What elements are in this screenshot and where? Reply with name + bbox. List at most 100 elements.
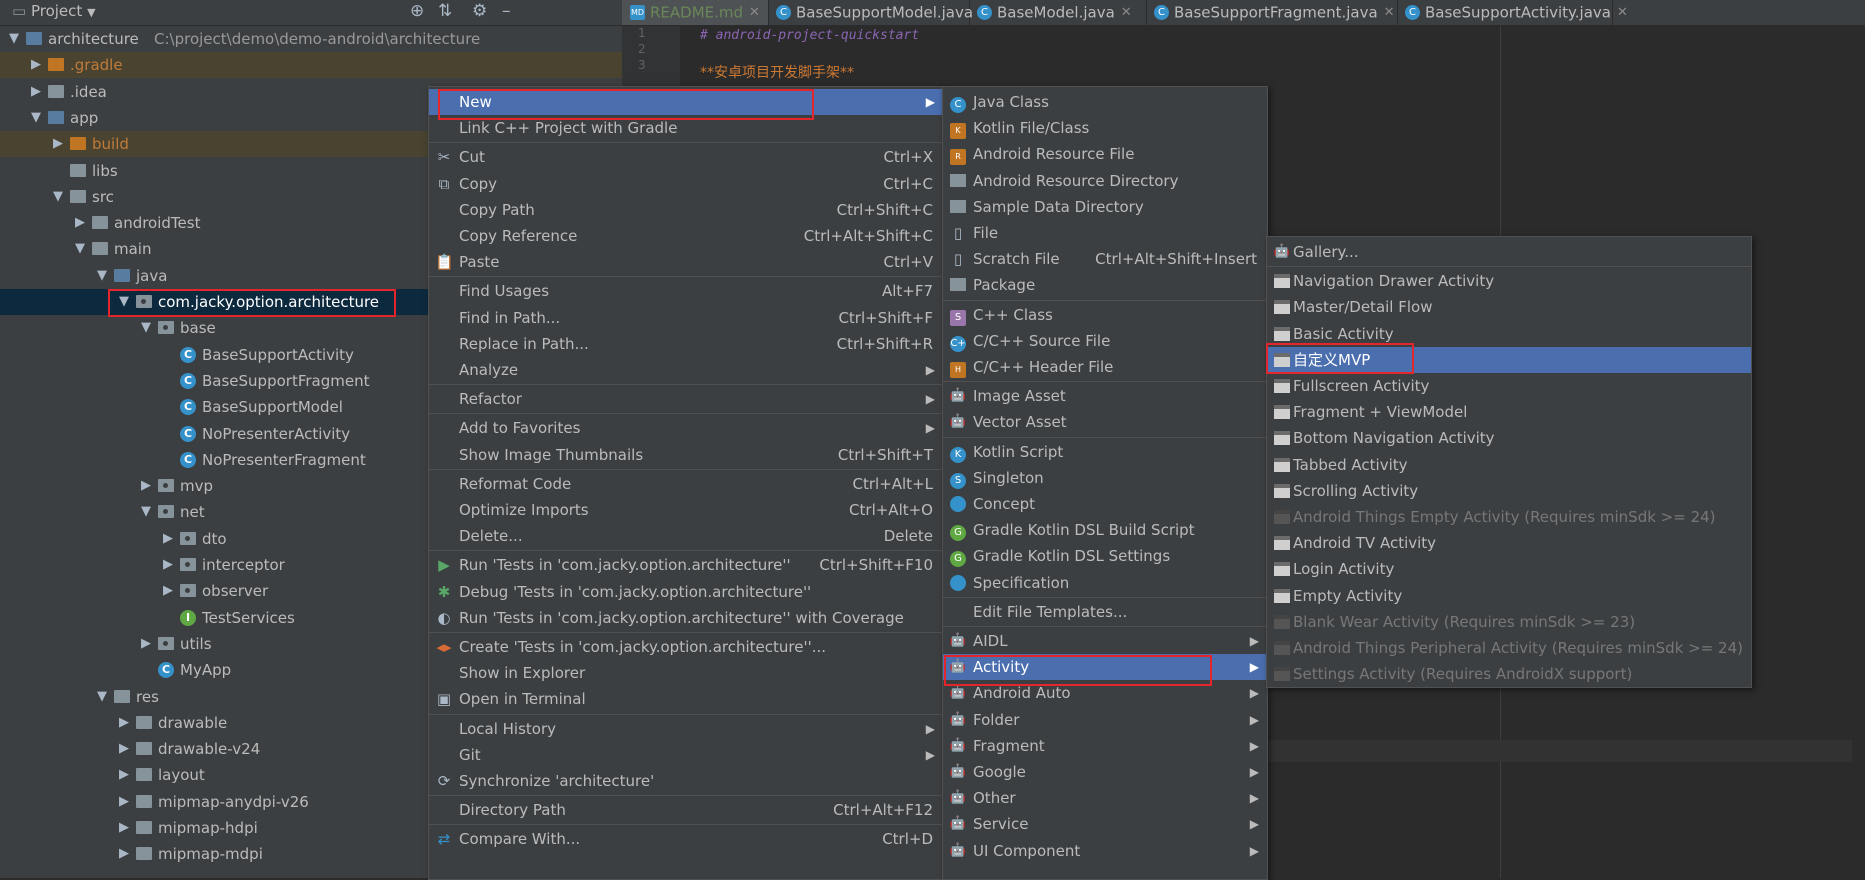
menu-item-aidl[interactable]: 🤖 AIDL ▶ — [943, 628, 1267, 654]
menu-item-ui-component[interactable]: 🤖 UI Component ▶ — [943, 838, 1267, 864]
menu-item-c-class[interactable]: S C++ Class — [943, 302, 1267, 328]
menu-item-delete[interactable]: Delete... Delete — [429, 523, 943, 549]
expanded-arrow-icon[interactable]: ▼ — [74, 236, 86, 262]
menu-item-sample-data-directory[interactable]: Sample Data Directory — [943, 194, 1267, 220]
tab-basemodel-java[interactable]: C BaseModel.java ✕ — [969, 0, 1147, 25]
menu-item-kotlin-file-class[interactable]: K Kotlin File/Class — [943, 115, 1267, 141]
menu-item-master-detail-flow[interactable]: Master/Detail Flow — [1267, 294, 1751, 320]
menu-item-kotlin-script[interactable]: K Kotlin Script — [943, 439, 1267, 465]
menu-item-folder[interactable]: 🤖 Folder ▶ — [943, 707, 1267, 733]
collapsed-arrow-icon[interactable]: ▶ — [30, 52, 42, 78]
tab-readme-md[interactable]: MD README.md ✕ — [622, 0, 769, 25]
menu-item-google[interactable]: 🤖 Google ▶ — [943, 759, 1267, 785]
menu-item-file[interactable]: ▯ File — [943, 220, 1267, 246]
collapsed-arrow-icon[interactable]: ▶ — [74, 210, 86, 236]
collapse-all-icon[interactable]: ⇅ — [438, 1, 452, 21]
menu-item-other[interactable]: 🤖 Other ▶ — [943, 785, 1267, 811]
expanded-arrow-icon[interactable]: ▼ — [140, 499, 152, 525]
collapsed-arrow-icon[interactable]: ▶ — [52, 131, 64, 157]
expanded-arrow-icon[interactable]: ▼ — [96, 263, 108, 289]
menu-item-vector-asset[interactable]: 🤖 Vector Asset — [943, 409, 1267, 435]
collapsed-arrow-icon[interactable]: ▶ — [140, 631, 152, 657]
close-icon[interactable]: ✕ — [1384, 5, 1395, 20]
menu-item-android-resource-file[interactable]: R Android Resource File — [943, 141, 1267, 167]
menu-item-copy[interactable]: ⧉ Copy Ctrl+C — [429, 171, 943, 197]
menu-item-bottom-navigation-activity[interactable]: Bottom Navigation Activity — [1267, 425, 1751, 451]
menu-item-refactor[interactable]: Refactor ▶ — [429, 386, 943, 412]
editor-line-3[interactable]: **安卓项目开发脚手架** — [700, 62, 854, 82]
menu-item-paste[interactable]: 📋 Paste Ctrl+V — [429, 249, 943, 275]
menu-item-c-c-source-file[interactable]: C+ C/C++ Source File — [943, 328, 1267, 354]
editor-line-1[interactable]: # android-project-quickstart — [700, 28, 919, 43]
menu-item-run-tests-in-com-jacky-option-architecture-with-coverage[interactable]: ◐ Run 'Tests in 'com.jacky.option.archite… — [429, 605, 943, 631]
menu-item-reformat-code[interactable]: Reformat Code Ctrl+Alt+L — [429, 471, 943, 497]
expanded-arrow-icon[interactable]: ▼ — [30, 105, 42, 131]
tab-basesupportmodel-java[interactable]: CBaseSupportModel.java✕ — [768, 0, 990, 25]
menu-item-show-in-explorer[interactable]: Show in Explorer — [429, 660, 943, 686]
tree-node-architecture[interactable]: ▼ architecture C:\project\demo\demo-androi… — [0, 26, 622, 52]
tree-node-gradle[interactable]: ▶ .gradle — [0, 52, 622, 79]
menu-item-navigation-drawer-activity[interactable]: Navigation Drawer Activity — [1267, 268, 1751, 294]
menu-item-fragment-viewmodel[interactable]: Fragment + ViewModel — [1267, 399, 1751, 425]
menu-item-scratch-file[interactable]: ▯ Scratch File Ctrl+Alt+Shift+Insert — [943, 246, 1267, 272]
menu-item-optimize-imports[interactable]: Optimize Imports Ctrl+Alt+O — [429, 497, 943, 523]
menu-item-c-c-header-file[interactable]: H C/C++ Header File — [943, 354, 1267, 380]
collapsed-arrow-icon[interactable]: ▶ — [118, 710, 130, 736]
menu-item-open-in-terminal[interactable]: ▣ Open in Terminal — [429, 686, 943, 712]
menu-item-run-tests-in-com-jacky-option-architecture[interactable]: ▶ Run 'Tests in 'com.jacky.option.archite… — [429, 552, 943, 578]
menu-item-tabbed-activity[interactable]: Tabbed Activity — [1267, 452, 1751, 478]
close-icon[interactable]: ✕ — [749, 5, 760, 20]
menu-item-directory-path[interactable]: Directory Path Ctrl+Alt+F12 — [429, 797, 943, 823]
menu-item-analyze[interactable]: Analyze ▶ — [429, 357, 943, 383]
menu-item-fragment[interactable]: 🤖 Fragment ▶ — [943, 733, 1267, 759]
menu-item-copy-reference[interactable]: Copy Reference Ctrl+Alt+Shift+C — [429, 223, 943, 249]
close-icon[interactable]: ✕ — [1121, 5, 1132, 20]
menu-item-specification[interactable]: Specification — [943, 570, 1267, 596]
tab-basesupportactivity-java[interactable]: C BaseSupportActivity.java ✕ — [1397, 0, 1628, 25]
menu-item-package[interactable]: Package — [943, 272, 1267, 298]
menu-item-android-resource-directory[interactable]: Android Resource Directory — [943, 168, 1267, 194]
expanded-arrow-icon[interactable]: ▼ — [52, 184, 64, 210]
collapsed-arrow-icon[interactable]: ▶ — [140, 473, 152, 499]
menu-item-service[interactable]: 🤖 Service ▶ — [943, 811, 1267, 837]
collapsed-arrow-icon[interactable]: ▶ — [118, 762, 130, 788]
menu-item-create-tests-in-com-jacky-option-architecture[interactable]: ◂▸ Create 'Tests in 'com.jacky.option.arc… — [429, 634, 943, 660]
collapsed-arrow-icon[interactable]: ▶ — [118, 815, 130, 841]
menu-item-copy-path[interactable]: Copy Path Ctrl+Shift+C — [429, 197, 943, 223]
expanded-arrow-icon[interactable]: ▼ — [140, 315, 152, 341]
collapsed-arrow-icon[interactable]: ▶ — [118, 736, 130, 762]
menu-item-add-to-favorites[interactable]: Add to Favorites ▶ — [429, 415, 943, 441]
tab-basesupportfragment-java[interactable]: C BaseSupportFragment.java ✕ — [1146, 0, 1398, 25]
menu-item-fullscreen-activity[interactable]: Fullscreen Activity — [1267, 373, 1751, 399]
menu-item-java-class[interactable]: C Java Class — [943, 89, 1267, 115]
collapsed-arrow-icon[interactable]: ▶ — [118, 789, 130, 815]
menu-item-find-in-path[interactable]: Find in Path... Ctrl+Shift+F — [429, 305, 943, 331]
collapsed-arrow-icon[interactable]: ▶ — [118, 841, 130, 867]
menu-item-find-usages[interactable]: Find Usages Alt+F7 — [429, 278, 943, 304]
menu-item-synchronize-architecture[interactable]: ⟳ Synchronize 'architecture' — [429, 768, 943, 794]
menu-item-replace-in-path[interactable]: Replace in Path... Ctrl+Shift+R — [429, 331, 943, 357]
collapsed-arrow-icon[interactable]: ▶ — [162, 526, 174, 552]
collapsed-arrow-icon[interactable]: ▶ — [162, 578, 174, 604]
minimize-icon[interactable]: – — [502, 1, 511, 21]
menu-item-image-asset[interactable]: 🤖 Image Asset — [943, 383, 1267, 409]
menu-item-git[interactable]: Git ▶ — [429, 742, 943, 768]
close-icon[interactable]: ✕ — [1617, 5, 1628, 20]
collapsed-arrow-icon[interactable]: ▶ — [30, 79, 42, 105]
gear-icon[interactable]: ⚙ — [472, 1, 487, 21]
menu-item-concept[interactable]: Concept — [943, 491, 1267, 517]
project-view-selector[interactable]: ▭ Project ▼ — [12, 2, 96, 20]
menu-item-show-image-thumbnails[interactable]: Show Image Thumbnails Ctrl+Shift+T — [429, 442, 943, 468]
menu-item-singleton[interactable]: S Singleton — [943, 465, 1267, 491]
editor-scrollbar[interactable] — [1852, 26, 1865, 878]
menu-item-local-history[interactable]: Local History ▶ — [429, 716, 943, 742]
expanded-arrow-icon[interactable]: ▼ — [96, 684, 108, 710]
expanded-arrow-icon[interactable]: ▼ — [8, 26, 20, 52]
menu-item-gradle-kotlin-dsl-settings[interactable]: G Gradle Kotlin DSL Settings — [943, 543, 1267, 569]
menu-item-gradle-kotlin-dsl-build-script[interactable]: G Gradle Kotlin DSL Build Script — [943, 517, 1267, 543]
menu-item-gallery[interactable]: 🤖 Gallery... — [1267, 239, 1751, 265]
menu-item-empty-activity[interactable]: Empty Activity — [1267, 583, 1751, 609]
locate-icon[interactable]: ⊕ — [410, 1, 424, 21]
collapsed-arrow-icon[interactable]: ▶ — [162, 552, 174, 578]
menu-item-compare-with[interactable]: ⇄ Compare With... Ctrl+D — [429, 826, 943, 852]
